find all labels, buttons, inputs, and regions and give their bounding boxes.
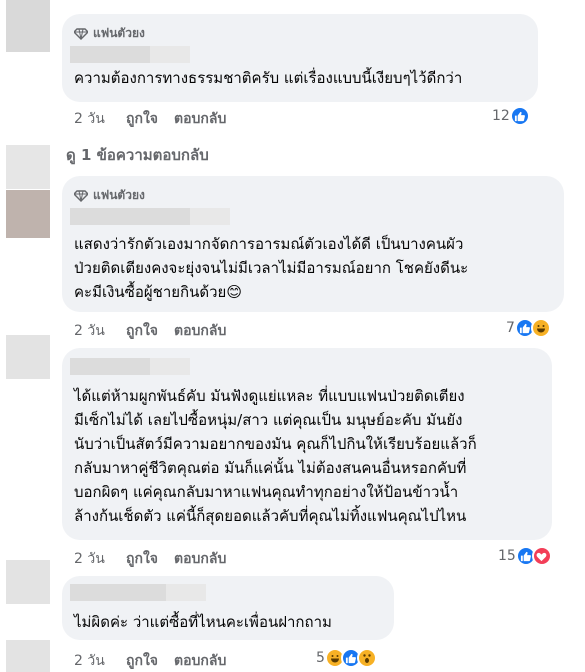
top-fan-badge: แฟนตัวยง — [74, 186, 145, 205]
avatar[interactable] — [6, 145, 50, 189]
comment-text: แสดงว่ารักตัวเองมากจัดการอารมณ์ตัวเองได้… — [74, 235, 469, 301]
reply-button[interactable]: ตอบกลับ — [174, 650, 226, 672]
reaction-count: 5 — [316, 650, 325, 666]
like-button[interactable]: ถูกใจ — [126, 320, 158, 342]
wow-reaction-icon — [356, 648, 377, 668]
avatar[interactable] — [6, 560, 50, 604]
reply-button[interactable]: ตอบกลับ — [174, 320, 226, 342]
like-button[interactable]: ถูกใจ — [126, 108, 158, 130]
top-fan-badge: แฟนตัวยง — [74, 24, 145, 43]
reaction-summary[interactable]: 5 — [316, 648, 377, 668]
avatar[interactable] — [6, 190, 50, 238]
timestamp[interactable]: 2 วัน — [74, 108, 126, 130]
view-replies-link[interactable]: ดู 1 ข้อความตอบกลับ — [66, 143, 209, 167]
reply-button[interactable]: ตอบกลับ — [174, 108, 226, 130]
author-name[interactable] — [70, 46, 190, 63]
avatar[interactable] — [6, 0, 50, 52]
like-reaction-icon — [509, 106, 530, 126]
heart-reaction-icon — [531, 546, 552, 566]
diamond-icon — [74, 27, 88, 40]
reaction-summary[interactable]: 15 — [498, 546, 552, 566]
reaction-summary[interactable]: 12 — [492, 106, 530, 126]
haha-reaction-icon — [530, 318, 551, 338]
like-button[interactable]: ถูกใจ — [126, 548, 158, 570]
avatar[interactable] — [6, 335, 50, 379]
author-name[interactable] — [70, 358, 190, 375]
timestamp[interactable]: 2 วัน — [74, 548, 126, 570]
badge-label: แฟนตัวยง — [93, 26, 145, 40]
reaction-count: 7 — [506, 320, 515, 336]
comment-actions: 2 วัน ถูกใจ ตอบกลับ — [74, 108, 242, 130]
timestamp[interactable]: 2 วัน — [74, 320, 126, 342]
comment-actions: 2 วัน ถูกใจ ตอบกลับ — [74, 548, 242, 570]
timestamp[interactable]: 2 วัน — [74, 650, 126, 672]
comment-text: ความต้องการทางธรรมชาติครับ แต่เรื่องแบบน… — [74, 69, 463, 87]
comment-actions: 2 วัน ถูกใจ ตอบกลับ — [74, 320, 242, 342]
reply-button[interactable]: ตอบกลับ — [174, 548, 226, 570]
avatar[interactable] — [6, 640, 50, 672]
reaction-summary[interactable]: 7 — [506, 318, 551, 338]
diamond-icon — [74, 189, 88, 202]
reaction-count: 15 — [498, 548, 516, 564]
badge-label: แฟนตัวยง — [93, 188, 145, 202]
comment-text: ได้แต่ห้ามผูกพันธ์คับ มันฟังดูแย่แหละ ที… — [74, 387, 477, 525]
comment-text: ไม่ผิดค่ะ ว่าแต่ซื้อที่ไหนคะเพื่อนฝากถาม — [74, 613, 332, 631]
like-button[interactable]: ถูกใจ — [126, 650, 158, 672]
reaction-count: 12 — [492, 108, 510, 124]
author-name[interactable] — [70, 208, 230, 225]
author-name[interactable] — [70, 584, 206, 601]
comment-actions: 2 วัน ถูกใจ ตอบกลับ — [74, 650, 242, 672]
